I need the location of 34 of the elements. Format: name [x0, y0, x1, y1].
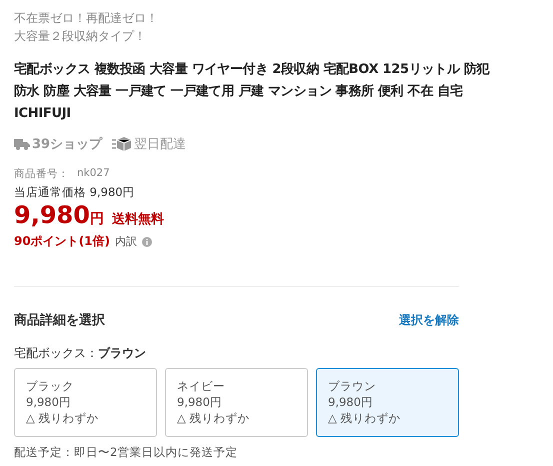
- stock-status: △ 残りわずか: [26, 410, 98, 426]
- option-price: 9,980円: [26, 394, 71, 410]
- price: 9,980: [14, 202, 90, 228]
- tagline: 大容量２段収納タイプ！: [14, 28, 147, 45]
- info-icon[interactable]: [142, 236, 152, 246]
- item-number-label: 商品番号：: [14, 167, 69, 181]
- delivery-schedule: 配送予定：即日〜2営業日以内に発送予定: [14, 445, 238, 460]
- option-name: ブラウン: [328, 378, 376, 394]
- section-heading: 商品詳細を選択: [14, 312, 105, 329]
- option-price: 9,980円: [177, 394, 222, 410]
- badge-label: 翌日配達: [134, 136, 186, 153]
- box-icon: [112, 137, 132, 151]
- points-text: 90ポイント(1倍): [14, 233, 110, 250]
- option-name: ブラック: [26, 378, 74, 394]
- product-title-line: 宅配ボックス 複数投函 大容量 ワイヤー付き 2段収納 宅配BOX 125リットル 防犯: [14, 62, 490, 77]
- item-number: nk027: [77, 167, 110, 181]
- badge-label: 39ショップ: [32, 136, 102, 153]
- truck-icon: [14, 138, 30, 150]
- product-title-line: ICHIFUJI: [14, 106, 71, 121]
- option-card[interactable]: ブラック 9,980円 △ 残りわずか: [14, 368, 157, 437]
- price-unit: 円: [90, 210, 104, 229]
- option-card[interactable]: ネイビー 9,980円 △ 残りわずか: [165, 368, 308, 437]
- option-name: ネイビー: [177, 378, 225, 394]
- variant-label: 宅配ボックス：ブラウン: [14, 345, 147, 362]
- option-card[interactable]: ブラウン 9,980円 △ 残りわずか: [316, 368, 459, 437]
- regular-price: 当店通常価格 9,980円: [14, 185, 136, 200]
- clear-selection-link[interactable]: 選択を解除: [399, 312, 459, 328]
- stock-status: △ 残りわずか: [328, 410, 400, 426]
- product-title-line: 防水 防塵 大容量 一戸建て 一戸建て用 戸建 マンション 事務所 便利 不在 自宅: [14, 84, 463, 99]
- stock-status: △ 残りわずか: [177, 410, 250, 426]
- tagline: 不在票ゼロ！再配達ゼロ！: [14, 10, 159, 27]
- breakdown-link[interactable]: 内訳: [115, 234, 138, 249]
- option-price: 9,980円: [328, 394, 373, 410]
- free-shipping-label: 送料無料: [112, 211, 164, 229]
